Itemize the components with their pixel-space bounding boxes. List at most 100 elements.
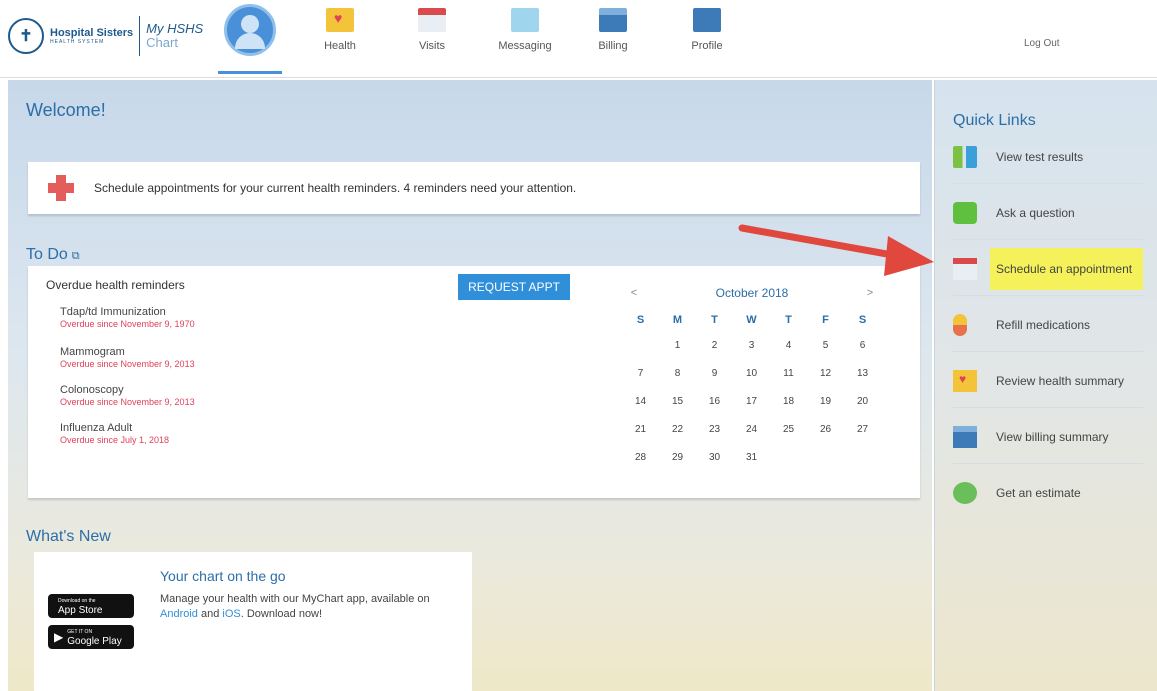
calendar-day[interactable]: 27 (844, 420, 881, 448)
calendar-day[interactable]: 6 (844, 336, 881, 364)
whats-new-card: Download on the App Store ▶ GET IT ON Go… (34, 552, 472, 691)
google-play-badge[interactable]: ▶ GET IT ON Google Play (48, 625, 134, 649)
request-appt-button[interactable]: REQUEST APPT (458, 274, 570, 300)
calendar-day[interactable]: 26 (807, 420, 844, 448)
calendar-icon (953, 257, 977, 280)
todo-card: Overdue health reminders REQUEST APPT Td… (28, 266, 920, 498)
calendar-day[interactable]: 7 (622, 364, 659, 392)
wn-text-3: . Download now! (240, 608, 323, 620)
calendar-day[interactable]: 5 (807, 336, 844, 364)
nav-visits[interactable]: Visits (409, 8, 455, 70)
calendar-day[interactable]: 24 (733, 420, 770, 448)
calendar-grid: S M T W T F S 1 2 3 4 5 6 7 8 9 10 11 12 13 14 15 16 17 18 19 20 21… (622, 314, 882, 476)
reminder-item[interactable]: Influenza Adult Overdue since July 1, 20… (60, 422, 169, 445)
calendar-day[interactable]: 30 (696, 448, 733, 476)
whats-new-card-title: Your chart on the go (160, 568, 286, 584)
calendar-day[interactable]: 25 (770, 420, 807, 448)
nav-billing[interactable]: Billing (591, 8, 635, 70)
calendar-day[interactable]: 10 (733, 364, 770, 392)
quick-link-label: Schedule an appointment (990, 247, 1143, 290)
quick-link-schedule-appointment[interactable]: Schedule an appointment (953, 242, 1143, 296)
quick-link-refill-medications[interactable]: Refill medications (953, 298, 1143, 352)
reminder-name: Colonoscopy (60, 384, 124, 396)
quick-link-label: Ask a question (996, 205, 1075, 220)
calendar-day[interactable]: 9 (696, 364, 733, 392)
reminder-item[interactable]: Tdap/td Immunization Overdue since Novem… (60, 306, 195, 329)
quick-link-review-health-summary[interactable]: Review health summary (953, 354, 1143, 408)
calendar-day[interactable]: 31 (733, 448, 770, 476)
nav-health[interactable]: Health (317, 8, 363, 70)
calendar-day[interactable]: 28 (622, 448, 659, 476)
heart-folder-icon (326, 8, 354, 32)
nav-home-avatar[interactable] (218, 0, 282, 78)
estimate-icon (953, 482, 977, 504)
calendar-day (844, 448, 881, 476)
quick-link-get-estimate[interactable]: Get an estimate (953, 466, 1143, 520)
calendar-day[interactable]: 23 (696, 420, 733, 448)
calendar-icon (418, 8, 446, 32)
org-sub: HEALTH SYSTEM (50, 39, 105, 45)
heart-folder-icon (953, 369, 977, 392)
ios-link[interactable]: iOS (222, 608, 240, 620)
calendar: < October 2018 > S M T W T F S 1 2 3 4 5 6 7 8 9 10 11 12 1… (622, 284, 882, 476)
quick-link-label: View test results (996, 149, 1084, 164)
health-reminder-alert[interactable]: Schedule appointments for your current h… (28, 162, 920, 214)
hshs-logo[interactable]: ✝ Hospital Sisters HEALTH SYSTEM My HSHS… (8, 16, 228, 56)
calendar-day[interactable]: 18 (770, 392, 807, 420)
calendar-day[interactable]: 16 (696, 392, 733, 420)
alert-text: Schedule appointments for your current h… (94, 181, 577, 195)
play-icon: ▶ (54, 630, 64, 644)
nav-profile[interactable]: Profile (685, 8, 729, 70)
app-store-text: Download on the App Store (58, 597, 102, 616)
chat-bubble-icon (953, 201, 977, 224)
app-store-badge[interactable]: Download on the App Store (48, 594, 134, 618)
calendar-day[interactable]: 22 (659, 420, 696, 448)
top-header: ✝ Hospital Sisters HEALTH SYSTEM My HSHS… (0, 0, 1157, 78)
quick-link-view-test-results[interactable]: View test results (953, 130, 1143, 184)
calendar-day[interactable]: 29 (659, 448, 696, 476)
calendar-day[interactable]: 15 (659, 392, 696, 420)
calendar-day[interactable]: 17 (733, 392, 770, 420)
calendar-day[interactable]: 20 (844, 392, 881, 420)
calendar-day[interactable]: 4 (770, 336, 807, 364)
app-name-line1: My HSHS (146, 21, 204, 36)
calendar-day[interactable]: 14 (622, 392, 659, 420)
reminder-due: Overdue since November 9, 2013 (60, 397, 195, 407)
calendar-weekday: F (822, 314, 829, 326)
calendar-weekday: S (858, 314, 867, 326)
logout-link[interactable]: Log Out (1024, 38, 1060, 49)
reminder-item[interactable]: Colonoscopy Overdue since November 9, 20… (60, 384, 195, 407)
external-link-icon[interactable]: ⧉ (72, 250, 80, 262)
whats-new-title: What's New (26, 528, 111, 545)
calendar-weekday: W (746, 314, 757, 326)
calendar-day[interactable]: 11 (770, 364, 807, 392)
calendar-prev-button[interactable]: < (622, 287, 646, 299)
google-play-text: GET IT ON Google Play (67, 628, 121, 647)
calendar-weekday: M (672, 314, 683, 326)
todo-title[interactable]: To Do ⧉ (26, 246, 80, 264)
reminder-item[interactable]: Mammogram Overdue since November 9, 2013 (60, 346, 195, 369)
quick-links-panel: Quick Links View test results Ask a ques… (934, 80, 1157, 691)
calendar-day[interactable]: 8 (659, 364, 696, 392)
nav-messaging[interactable]: Messaging (494, 8, 556, 70)
android-link[interactable]: Android (160, 608, 198, 620)
calendar-next-button[interactable]: > (858, 287, 882, 299)
quick-link-view-billing-summary[interactable]: View billing summary (953, 410, 1143, 464)
calendar-day[interactable]: 19 (807, 392, 844, 420)
calendar-day[interactable]: 13 (844, 364, 881, 392)
calendar-day[interactable]: 2 (696, 336, 733, 364)
calendar-day[interactable]: 12 (807, 364, 844, 392)
overdue-reminders-heading: Overdue health reminders (46, 278, 185, 292)
nav-health-label: Health (324, 40, 356, 52)
quick-link-ask-question[interactable]: Ask a question (953, 186, 1143, 240)
calendar-day[interactable]: 3 (733, 336, 770, 364)
active-tab-underline (218, 71, 282, 74)
reminder-name: Influenza Adult (60, 422, 133, 434)
calendar-day[interactable]: 1 (659, 336, 696, 364)
id-card-icon (693, 8, 721, 32)
avatar-icon (224, 4, 276, 56)
reminder-name: Tdap/td Immunization (60, 306, 166, 318)
calendar-day[interactable]: 21 (622, 420, 659, 448)
test-tubes-icon (953, 145, 977, 168)
reminder-name: Mammogram (60, 346, 125, 358)
